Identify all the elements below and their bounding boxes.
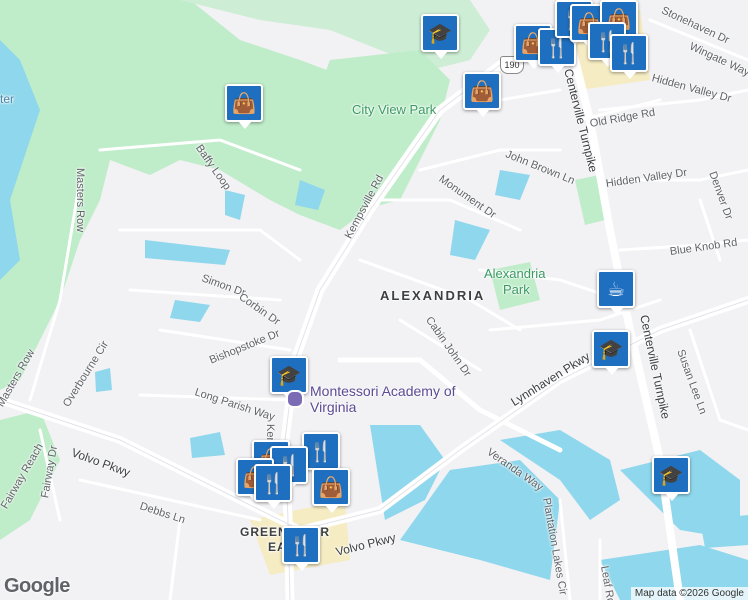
- restaurant-pin[interactable]: 🍴: [610, 34, 648, 79]
- fork-knife-icon: 🍴: [544, 35, 570, 59]
- shopping-pin[interactable]: 👜: [463, 72, 501, 117]
- shopping-bag-icon: 👜: [318, 475, 344, 499]
- alexandria-park-label-2: Park: [503, 282, 530, 297]
- restaurant-pin[interactable]: 🍴: [282, 526, 320, 571]
- school-pin[interactable]: 🎓: [592, 330, 630, 375]
- graduation-cap-icon: 🎓: [598, 337, 624, 361]
- graduation-cap-icon: 🎓: [658, 463, 684, 487]
- map-attribution[interactable]: Map data ©2026 Google: [630, 587, 748, 600]
- shopping-pin[interactable]: 👜: [312, 468, 350, 513]
- school-pin[interactable]: 🎓: [652, 456, 690, 501]
- graduation-cap-icon: 🎓: [427, 21, 453, 45]
- shopping-bag-icon: 👜: [469, 79, 495, 103]
- coffee-cup-icon: ☕: [607, 277, 625, 301]
- alexandria-area-label: ALEXANDRIA: [380, 288, 486, 303]
- city-view-park-label: City View Park: [352, 102, 437, 117]
- restaurant-pin[interactable]: 🍴: [254, 464, 292, 509]
- fork-knife-icon: 🍴: [260, 471, 286, 495]
- school-location-marker[interactable]: [286, 390, 304, 408]
- water-label: ter: [0, 92, 15, 106]
- fork-knife-icon: 🍴: [308, 439, 334, 463]
- masters-row-label: Masters Row: [74, 168, 86, 233]
- cafe-pin[interactable]: ☕: [597, 270, 635, 315]
- shopping-pin[interactable]: 👜: [225, 84, 263, 129]
- school-pin[interactable]: 🎓: [421, 14, 459, 59]
- montessori-academy-label: Montessori Academy of Virginia: [310, 383, 456, 415]
- map-base-layer: [0, 0, 748, 600]
- fork-knife-icon: 🍴: [616, 41, 642, 65]
- google-logo[interactable]: Google: [4, 575, 70, 598]
- fork-knife-icon: 🍴: [288, 533, 314, 557]
- alexandria-park-label-1: Alexandria: [484, 266, 546, 281]
- graduation-cap-icon: 🎓: [276, 363, 302, 387]
- school-pin[interactable]: 🎓: [270, 356, 308, 401]
- map-canvas[interactable]: City View Park Kempsville Rd Ken Baffy L…: [0, 0, 748, 600]
- shopping-bag-icon: 👜: [231, 91, 257, 115]
